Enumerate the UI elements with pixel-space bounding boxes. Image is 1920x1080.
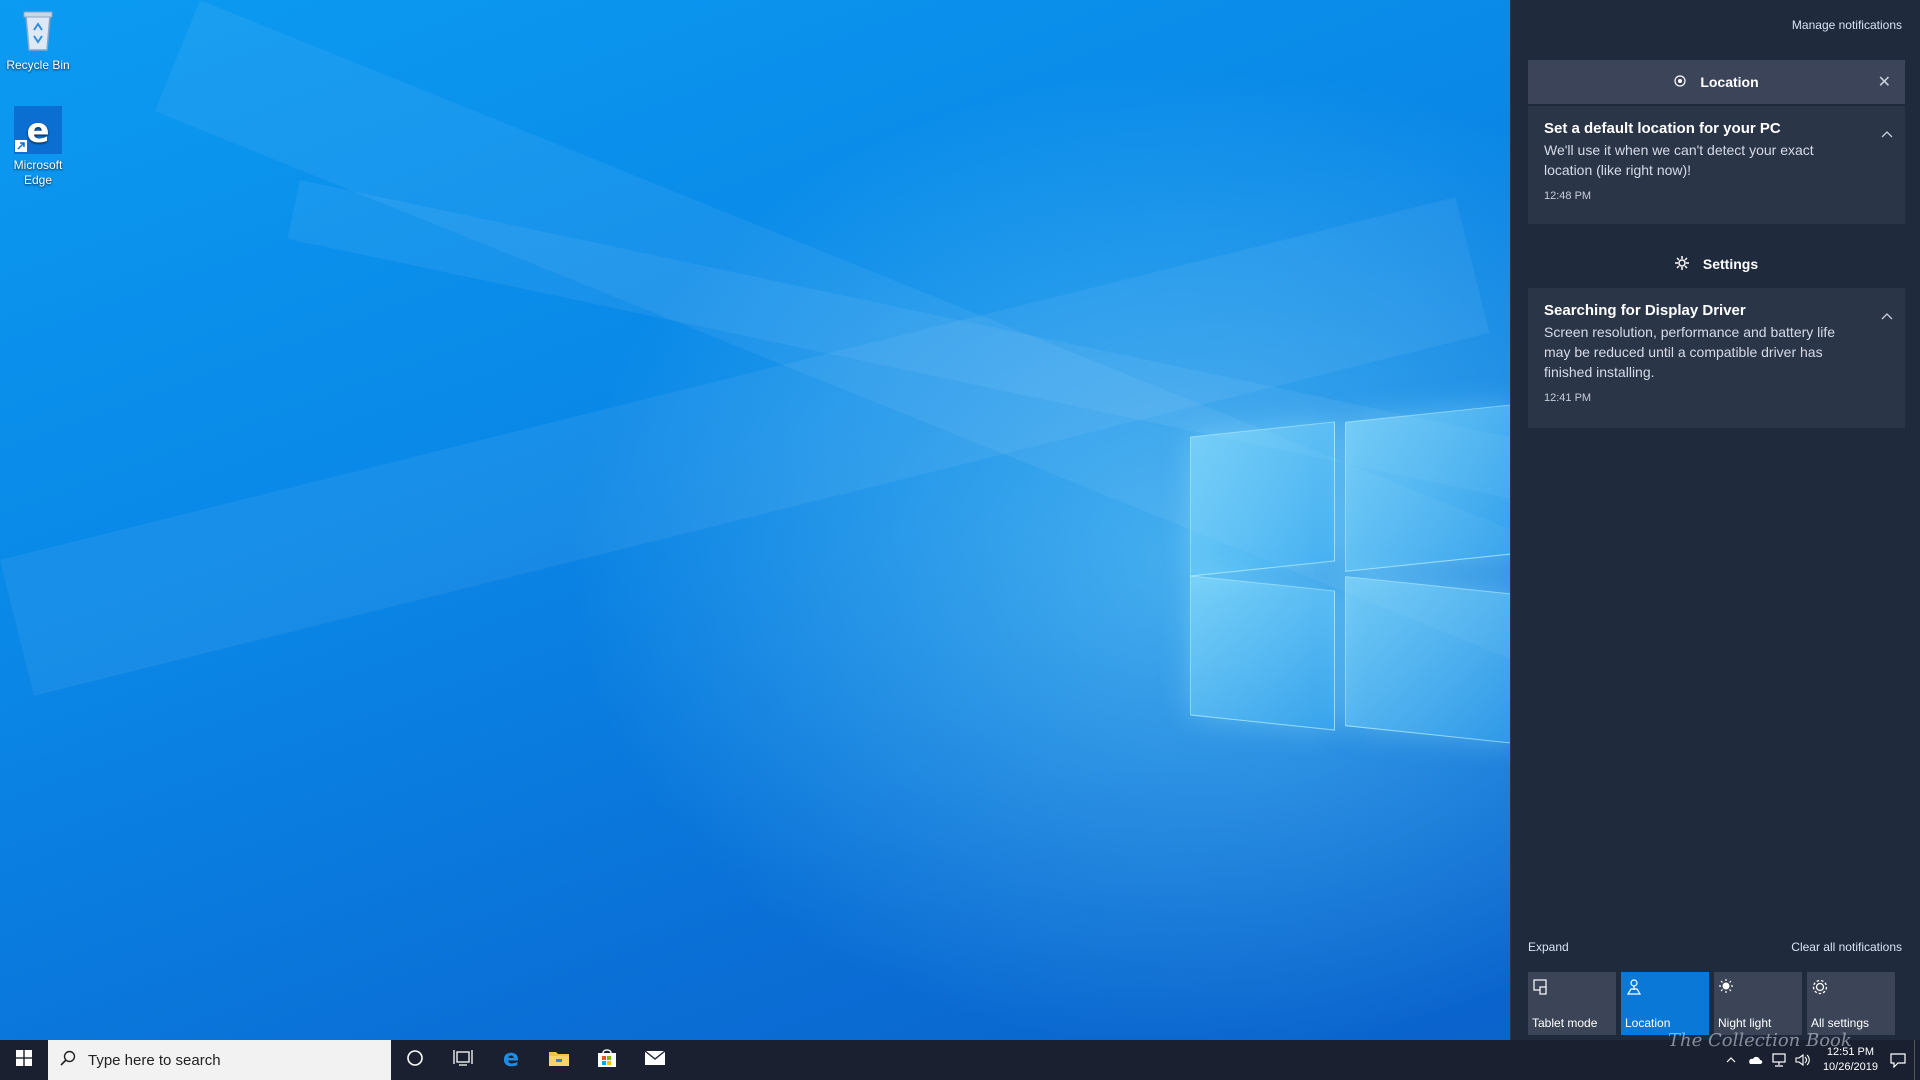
search-icon	[60, 1050, 76, 1070]
night-light-icon	[1718, 978, 1738, 998]
search-placeholder: Type here to search	[88, 1051, 221, 1069]
notification-card[interactable]: Searching for Display Driver Screen reso…	[1528, 288, 1905, 428]
desktop-icon-edge[interactable]: e Microsoft Edge	[0, 106, 76, 188]
chevron-up-icon[interactable]	[1881, 310, 1893, 322]
task-view-icon	[453, 1049, 473, 1072]
file-explorer-icon	[548, 1048, 570, 1073]
close-icon[interactable]: ✕	[1878, 72, 1891, 92]
watermark: The Collection Book	[1668, 1030, 1852, 1051]
notification-time: 12:48 PM	[1544, 190, 1592, 202]
mail-icon	[644, 1049, 666, 1072]
action-center-panel: Manage notifications Location ✕ Set a de…	[1510, 0, 1920, 1040]
svg-text:e: e	[26, 111, 49, 151]
notification-body: We'll use it when we can't detect your e…	[1544, 142, 1814, 178]
notification-group-location[interactable]: Location ✕	[1528, 60, 1905, 104]
quick-action-label: Night light	[1718, 1016, 1772, 1030]
taskbar: Type here to search e 12:51 PM 10/26/201…	[0, 1040, 1920, 1080]
quick-action-night-light[interactable]: Night light	[1714, 972, 1802, 1035]
notification-group-settings[interactable]: Settings	[1528, 242, 1905, 286]
quick-action-location[interactable]: Location	[1621, 972, 1709, 1035]
quick-action-tablet-mode[interactable]: Tablet mode	[1528, 972, 1616, 1035]
gear-icon	[1811, 978, 1831, 998]
clear-all-notifications-link[interactable]: Clear all notifications	[1791, 940, 1902, 954]
taskbar-edge-button[interactable]: e	[487, 1040, 535, 1080]
quick-action-label: Tablet mode	[1532, 1016, 1598, 1030]
action-center-icon[interactable]	[1886, 1040, 1910, 1080]
location-icon	[1674, 74, 1686, 90]
quick-action-label: All settings	[1811, 1016, 1870, 1030]
taskbar-file-explorer-button[interactable]	[535, 1040, 583, 1080]
taskbar-search-box[interactable]: Type here to search	[48, 1040, 391, 1080]
notification-time: 12:41 PM	[1544, 392, 1592, 404]
taskbar-store-button[interactable]	[583, 1040, 631, 1080]
group-title: Settings	[1702, 256, 1759, 272]
group-title: Location	[1700, 74, 1759, 90]
desktop-icon-recycle-bin[interactable]: Recycle Bin	[0, 6, 76, 73]
notification-title: Searching for Display Driver	[1544, 302, 1746, 319]
notification-card[interactable]: Set a default location for your PC We'll…	[1528, 106, 1905, 224]
tablet-mode-icon	[1532, 978, 1552, 998]
edge-icon: e	[499, 1044, 523, 1075]
notification-title: Set a default location for your PC	[1544, 120, 1781, 137]
notification-body: Screen resolution, performance and batte…	[1544, 324, 1836, 380]
quick-actions: Tablet mode Location Night light All set…	[1528, 972, 1895, 1035]
edge-icon: e	[14, 106, 62, 154]
cortana-icon	[406, 1049, 424, 1072]
quick-action-all-settings[interactable]: All settings	[1807, 972, 1895, 1035]
location-icon	[1625, 978, 1645, 998]
windows-start-icon	[16, 1049, 32, 1071]
desktop-icon-label: Recycle Bin	[6, 58, 70, 72]
chevron-up-icon[interactable]	[1881, 128, 1893, 140]
desktop-icon-label: Microsoft Edge	[13, 158, 63, 187]
show-desktop-button[interactable]	[1914, 1040, 1920, 1080]
store-icon	[596, 1047, 618, 1074]
manage-notifications-link[interactable]: Manage notifications	[1792, 18, 1902, 32]
task-view-button[interactable]	[439, 1040, 487, 1080]
cortana-button[interactable]	[391, 1040, 439, 1080]
svg-text:e: e	[503, 1046, 519, 1070]
gear-icon	[1674, 255, 1689, 273]
recycle-bin-icon	[14, 6, 62, 54]
taskbar-mail-button[interactable]	[631, 1040, 679, 1080]
watermark-text: The Collection Book	[1668, 1030, 1852, 1051]
expand-link[interactable]: Expand	[1528, 940, 1569, 954]
start-button[interactable]	[0, 1040, 48, 1080]
quick-action-label: Location	[1625, 1016, 1671, 1030]
clock-date: 10/26/2019	[1822, 1061, 1878, 1073]
